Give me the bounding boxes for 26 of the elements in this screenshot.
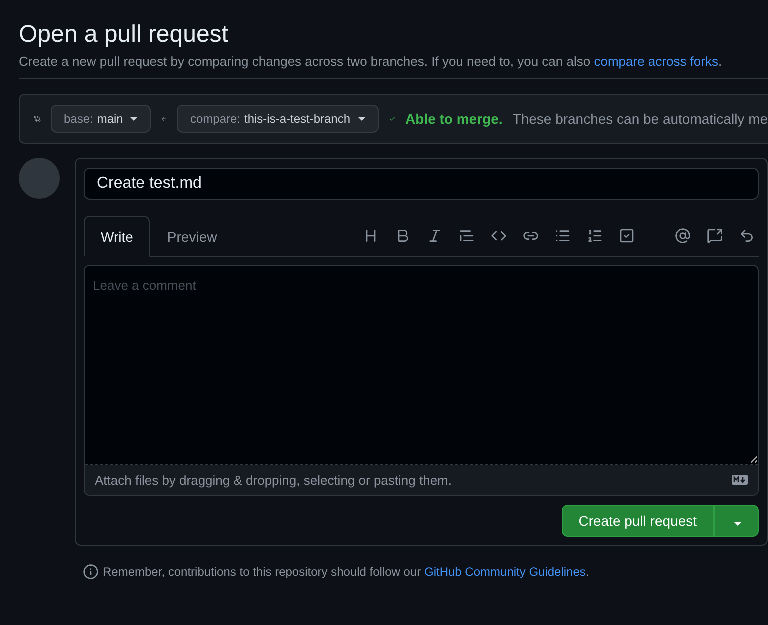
create-pull-request-button[interactable]: Create pull request: [562, 505, 714, 537]
markdown-icon: [732, 475, 748, 485]
quote-icon[interactable]: [459, 228, 475, 244]
compare-forks-link[interactable]: compare across forks: [594, 54, 718, 69]
italic-icon[interactable]: [427, 228, 443, 244]
reference-icon[interactable]: [707, 228, 723, 244]
base-branch-select[interactable]: base: main: [50, 105, 152, 133]
task-list-icon[interactable]: [619, 228, 635, 244]
numbered-list-icon[interactable]: [587, 228, 603, 244]
avatar: [19, 158, 60, 199]
info-icon: [83, 564, 99, 580]
attach-hint: Attach files by dragging & dropping, selecting or pasting them.: [95, 472, 452, 488]
merge-message: These branches can be automatically me: [512, 111, 768, 127]
compare-branch-select[interactable]: compare: this-is-a-test-branch: [177, 105, 379, 133]
page-description: Create a new pull request by comparing changes across two branches. If you need to, you can also compare across forks.: [19, 54, 724, 69]
page-title: Open a pull request: [19, 20, 230, 50]
mention-icon[interactable]: [675, 228, 691, 244]
title-field[interactable]: Create test.md: [84, 168, 759, 200]
bulleted-list-icon[interactable]: [555, 228, 571, 244]
merge-status: Able to merge.: [406, 111, 503, 127]
editor-tab[interactable]: Write: [84, 216, 150, 257]
reply-icon[interactable]: [739, 228, 755, 244]
comment-field[interactable]: Leave a comment: [85, 266, 758, 465]
guidelines-note: Remember, contributions to this repository should follow our GitHub Community Guidelines.: [103, 565, 590, 579]
community-guidelines-link[interactable]: GitHub Community Guidelines: [424, 565, 586, 579]
editor-tab[interactable]: Preview: [150, 216, 234, 257]
